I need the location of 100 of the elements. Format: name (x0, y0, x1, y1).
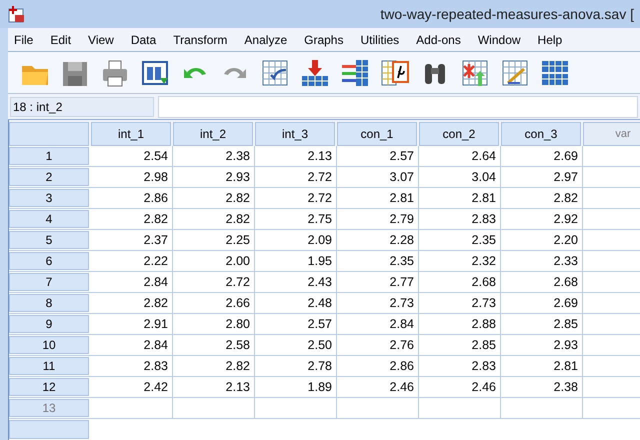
table-cell[interactable]: 2.84 (337, 314, 419, 334)
row-header[interactable]: 10 (9, 336, 89, 354)
variables-icon[interactable] (340, 58, 370, 88)
table-cell[interactable]: 2.83 (419, 356, 501, 376)
table-cell[interactable]: 2.66 (173, 293, 255, 313)
table-cell[interactable]: 2.93 (173, 167, 255, 187)
table-cell[interactable]: 2.20 (501, 230, 583, 250)
table-cell[interactable]: 2.76 (337, 335, 419, 355)
table-cell[interactable]: 2.64 (419, 146, 501, 166)
table-cell[interactable]: 2.83 (91, 356, 173, 376)
table-cell[interactable]: 2.81 (501, 356, 583, 376)
table-cell[interactable]: 2.38 (173, 146, 255, 166)
table-cell[interactable]: 2.85 (419, 335, 501, 355)
menu-item[interactable]: Window (472, 30, 527, 48)
table-cell[interactable]: 2.82 (501, 188, 583, 208)
table-cell[interactable]: 1.95 (255, 251, 337, 271)
table-cell[interactable]: 2.48 (255, 293, 337, 313)
row-header[interactable]: 2 (9, 168, 89, 186)
table-cell[interactable]: 2.28 (337, 230, 419, 250)
table-cell[interactable]: 2.13 (173, 377, 255, 397)
table-cell[interactable]: 2.57 (255, 314, 337, 334)
row-header[interactable]: 6 (9, 252, 89, 270)
table-cell[interactable]: 2.72 (255, 167, 337, 187)
table-cell[interactable]: 2.50 (255, 335, 337, 355)
table-cell[interactable]: 2.85 (501, 314, 583, 334)
insert-row-icon[interactable] (300, 58, 330, 88)
table-cell[interactable]: 2.81 (419, 188, 501, 208)
table-cell[interactable]: 2.42 (91, 377, 173, 397)
table-cell[interactable]: 2.35 (337, 251, 419, 271)
menu-item[interactable]: File (8, 30, 40, 48)
row-header[interactable]: 3 (9, 189, 89, 207)
menu-item[interactable]: Add-ons (410, 30, 467, 48)
row-header[interactable]: 11 (9, 357, 89, 375)
table-cell[interactable]: 2.25 (173, 230, 255, 250)
table-cell[interactable]: 2.35 (419, 230, 501, 250)
table-cell[interactable]: 2.22 (91, 251, 173, 271)
table-cell[interactable]: 2.86 (337, 356, 419, 376)
table-cell[interactable]: 2.72 (255, 188, 337, 208)
table-cell[interactable]: 2.37 (91, 230, 173, 250)
table-cell[interactable]: 2.93 (501, 335, 583, 355)
column-header[interactable]: int_3 (255, 122, 335, 146)
table-cell[interactable]: 2.72 (173, 272, 255, 292)
table-cell[interactable]: 2.92 (501, 209, 583, 229)
table-cell[interactable]: 2.80 (173, 314, 255, 334)
table-cell[interactable]: 2.82 (173, 188, 255, 208)
column-header[interactable]: int_2 (173, 122, 253, 146)
cell-value-field[interactable] (158, 96, 638, 118)
table-cell[interactable]: 2.81 (337, 188, 419, 208)
table-cell[interactable]: 2.68 (501, 272, 583, 292)
table-cell[interactable]: 2.78 (255, 356, 337, 376)
table-cell[interactable]: 2.00 (173, 251, 255, 271)
table-cell[interactable]: 2.84 (91, 335, 173, 355)
table-cell[interactable]: 2.73 (337, 293, 419, 313)
table-cell[interactable]: 2.88 (419, 314, 501, 334)
row-header[interactable]: 5 (9, 231, 89, 249)
table-cell[interactable]: 2.58 (173, 335, 255, 355)
table-cell[interactable]: 2.32 (419, 251, 501, 271)
menu-item[interactable]: Graphs (298, 30, 350, 48)
row-header[interactable]: 12 (9, 378, 89, 396)
column-header[interactable]: con_2 (419, 122, 499, 146)
table-cell[interactable]: 2.57 (337, 146, 419, 166)
column-header[interactable]: var (583, 122, 640, 146)
table-cell[interactable]: 2.86 (91, 188, 173, 208)
value-labels-icon[interactable] (380, 58, 410, 88)
column-header[interactable]: con_3 (501, 122, 581, 146)
menu-item[interactable]: Edit (44, 30, 78, 48)
table-cell[interactable]: 2.09 (255, 230, 337, 250)
table-cell[interactable]: 2.38 (501, 377, 583, 397)
table-cell[interactable]: 2.83 (419, 209, 501, 229)
row-header[interactable]: 8 (9, 294, 89, 312)
table-cell[interactable]: 2.13 (255, 146, 337, 166)
table-cell[interactable]: 3.07 (337, 167, 419, 187)
print-icon[interactable] (100, 58, 130, 88)
table-cell[interactable]: 2.69 (501, 146, 583, 166)
table-cell[interactable]: 2.82 (91, 293, 173, 313)
table-cell[interactable]: 2.68 (419, 272, 501, 292)
menu-item[interactable]: Analyze (238, 30, 294, 48)
column-header[interactable]: con_1 (337, 122, 417, 146)
menu-item[interactable]: Transform (167, 30, 234, 48)
menu-item[interactable]: Data (124, 30, 162, 48)
table-cell[interactable]: 2.54 (91, 146, 173, 166)
table-cell[interactable]: 2.46 (419, 377, 501, 397)
table-cell[interactable]: 2.69 (501, 293, 583, 313)
row-header[interactable]: 4 (9, 210, 89, 228)
row-header[interactable]: 7 (9, 273, 89, 291)
menu-item[interactable]: Utilities (354, 30, 406, 48)
table-cell[interactable]: 2.33 (501, 251, 583, 271)
table-cell[interactable]: 3.04 (419, 167, 501, 187)
table-cell[interactable]: 2.46 (337, 377, 419, 397)
table-cell[interactable]: 2.91 (91, 314, 173, 334)
table-cell[interactable]: 2.75 (255, 209, 337, 229)
menu-item[interactable]: Help (532, 30, 568, 48)
table-cell[interactable]: 2.98 (91, 167, 173, 187)
row-header[interactable]: 1 (9, 147, 89, 165)
column-header[interactable]: int_1 (91, 122, 171, 146)
table-cell[interactable]: 2.73 (419, 293, 501, 313)
table-cell[interactable]: 2.43 (255, 272, 337, 292)
menu-item[interactable]: View (82, 30, 120, 48)
table-arrow-icon[interactable] (260, 58, 290, 88)
table-cell[interactable]: 2.79 (337, 209, 419, 229)
